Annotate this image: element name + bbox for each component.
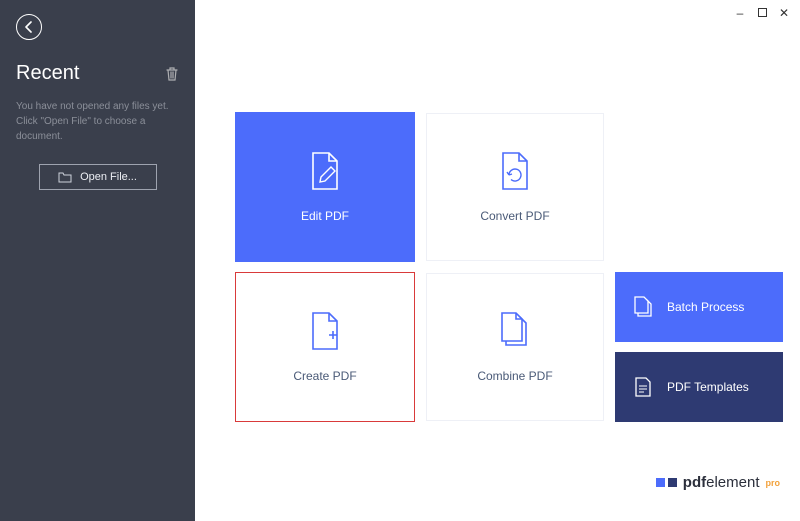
trash-icon bbox=[165, 66, 179, 82]
convert-pdf-card[interactable]: Convert PDF bbox=[425, 112, 605, 262]
maximize-button[interactable] bbox=[756, 6, 768, 20]
card-label: Create PDF bbox=[293, 369, 356, 383]
recent-hint: You have not opened any files yet. Click… bbox=[16, 99, 179, 144]
open-file-button[interactable]: Open File... bbox=[39, 164, 157, 190]
edit-pdf-card[interactable]: Edit PDF bbox=[235, 112, 415, 262]
app-window: Recent You have not opened any files yet… bbox=[0, 0, 800, 521]
combine-pdf-card[interactable]: Combine PDF bbox=[425, 272, 605, 422]
brand-suffix: pro bbox=[766, 478, 781, 488]
window-controls: – ✕ bbox=[734, 6, 790, 20]
open-file-label: Open File... bbox=[80, 171, 137, 183]
templates-icon bbox=[633, 376, 653, 398]
batch-icon bbox=[633, 296, 653, 318]
card-label: Edit PDF bbox=[301, 209, 349, 223]
edit-pdf-icon bbox=[307, 151, 343, 191]
back-button[interactable] bbox=[16, 14, 42, 40]
minimize-button[interactable]: – bbox=[734, 6, 746, 20]
sidebar: Recent You have not opened any files yet… bbox=[0, 0, 195, 521]
grid-spacer bbox=[615, 112, 783, 262]
pdf-templates-card[interactable]: PDF Templates bbox=[615, 352, 783, 422]
batch-process-card[interactable]: Batch Process bbox=[615, 272, 783, 342]
card-label: Combine PDF bbox=[477, 369, 552, 383]
combine-pdf-icon bbox=[496, 311, 534, 351]
create-pdf-icon bbox=[307, 311, 343, 351]
side-cards: Batch Process PDF Templates bbox=[615, 272, 783, 422]
action-grid: Edit PDF Convert PDF Create PDF bbox=[235, 112, 780, 422]
chevron-left-icon bbox=[24, 21, 34, 33]
card-label: Batch Process bbox=[667, 300, 744, 314]
clear-recent-button[interactable] bbox=[165, 66, 179, 82]
convert-pdf-icon bbox=[497, 151, 533, 191]
folder-icon bbox=[58, 171, 72, 183]
brand-logo-icon bbox=[656, 478, 677, 487]
card-label: Convert PDF bbox=[480, 209, 549, 223]
brand-footer: pdfpdfelementelement pro bbox=[656, 474, 780, 491]
card-label: PDF Templates bbox=[667, 380, 749, 394]
close-button[interactable]: ✕ bbox=[778, 6, 790, 20]
main-area: – ✕ Edit PDF Convert PDF bbox=[195, 0, 800, 521]
create-pdf-card[interactable]: Create PDF bbox=[235, 272, 415, 422]
brand-name: pdfpdfelementelement bbox=[683, 474, 760, 491]
recent-title: Recent bbox=[16, 62, 79, 85]
